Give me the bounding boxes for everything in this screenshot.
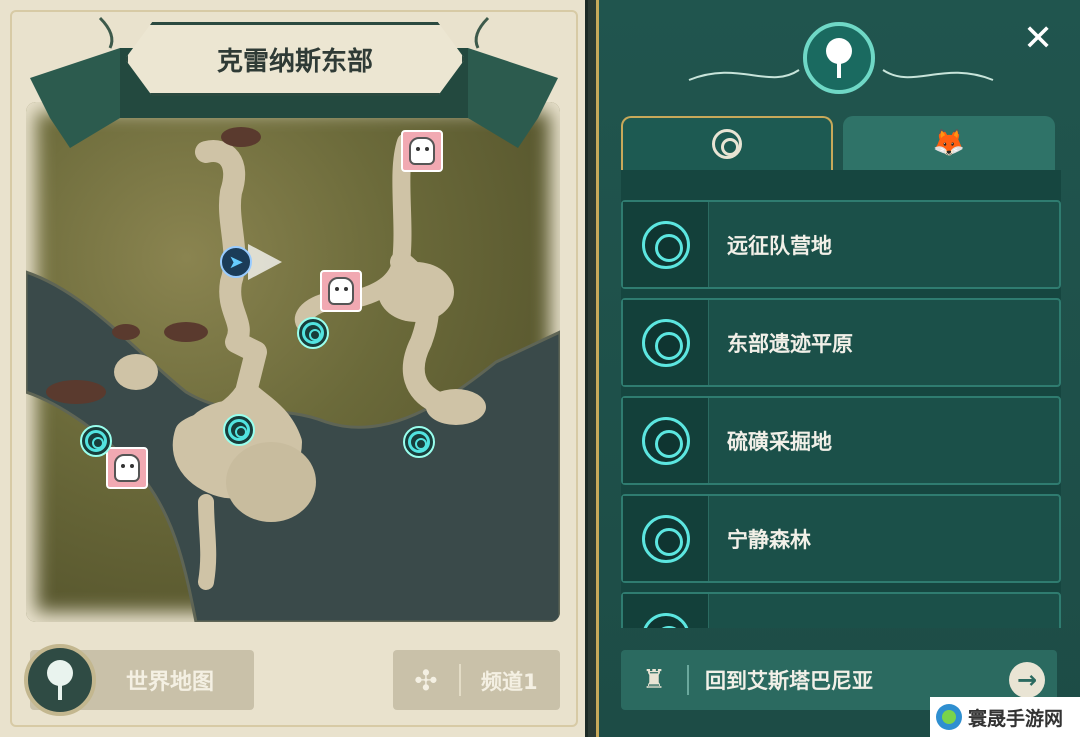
location-list[interactable]: 远征队营地 东部遗迹平原 硫磺采掘地 宁静森林: [621, 170, 1061, 628]
fox-icon: 🦊: [932, 128, 966, 158]
spiral-teleport-icon: [641, 416, 690, 465]
location-name: 宁静森林: [727, 527, 811, 552]
region-map[interactable]: [26, 102, 560, 622]
spiral-teleport-icon: [641, 612, 690, 628]
map-terrain: [26, 127, 560, 622]
spiral-teleport-icon: [302, 322, 324, 344]
spiral-teleport-icon: [408, 431, 430, 453]
teleport-icon-box: [623, 496, 709, 581]
site-logo: [936, 704, 962, 730]
teleport-marker[interactable]: [223, 414, 255, 446]
watermark-text: 寰晟手游网: [968, 707, 1064, 730]
watermark: 寰晟手游网: [930, 697, 1080, 737]
spiral-teleport-icon: [641, 514, 690, 563]
panel-header: ✕: [599, 0, 1080, 110]
game-screen: ➤ 克雷纳斯东部 世界地图 ✣ 频道1 ✕ 🦊 远征队营地 东部遗迹平原 硫磺采…: [0, 0, 1080, 737]
teleport-marker[interactable]: [403, 426, 435, 458]
region-title: 克雷纳斯东部: [125, 22, 465, 96]
world-map-label: 世界地图: [126, 670, 215, 695]
close-icon[interactable]: ✕: [1023, 18, 1053, 59]
list-item[interactable]: 东部遗迹平原: [621, 298, 1061, 387]
map-pin-icon: [24, 644, 96, 716]
map-panel: ➤ 克雷纳斯东部 世界地图 ✣ 频道1: [0, 0, 588, 737]
spiral-teleport-icon: [641, 220, 690, 269]
channel-button[interactable]: ✣ 频道1: [393, 650, 560, 710]
tab-teleport[interactable]: [621, 116, 833, 170]
channel-nodes-icon: ✣: [414, 664, 438, 697]
teleport-panel: ✕ 🦊 远征队营地 东部遗迹平原 硫磺采掘地 宁静森林 ♜ 回到艾斯塔巴尼亚 →: [596, 0, 1080, 737]
player-arrow-icon: ➤: [228, 251, 244, 273]
world-map-button[interactable]: 世界地图: [24, 644, 254, 716]
player-view-cone: [248, 244, 282, 280]
castle-icon: ♜: [621, 665, 689, 695]
channel-label: 频道1: [481, 670, 538, 694]
teleport-marker[interactable]: [80, 425, 112, 457]
arrow-right-icon: →: [1009, 662, 1045, 698]
teleport-icon-box: [623, 398, 709, 483]
spiral-teleport-icon: [228, 419, 250, 441]
divider: [459, 664, 461, 696]
list-item[interactable]: 宁静森林: [621, 494, 1061, 583]
spiral-teleport-icon: [641, 318, 690, 367]
pink-monster-icon: [114, 454, 140, 482]
boss-marker[interactable]: [106, 447, 148, 489]
list-item[interactable]: 硫磺采掘地: [621, 396, 1061, 485]
teleport-icon-box: [623, 202, 709, 287]
teleport-icon-box: [623, 300, 709, 385]
location-name: 远征队营地: [727, 233, 832, 258]
boss-marker[interactable]: [320, 270, 362, 312]
list-item[interactable]: 远征队营地: [621, 200, 1061, 289]
tab-pets[interactable]: 🦊: [843, 116, 1055, 170]
pink-monster-icon: [328, 277, 354, 305]
map-pin-icon: [803, 22, 875, 94]
player-marker: ➤: [220, 246, 252, 278]
location-name: 硫磺采掘地: [727, 429, 832, 454]
spiral-icon: [712, 129, 742, 159]
location-name: 东部遗迹平原: [727, 331, 853, 356]
list-item-partial[interactable]: [621, 592, 1061, 628]
teleport-icon-box: [623, 594, 709, 628]
teleport-marker[interactable]: [297, 317, 329, 349]
spiral-teleport-icon: [85, 430, 107, 452]
return-label: 回到艾斯塔巴尼亚: [705, 669, 873, 693]
